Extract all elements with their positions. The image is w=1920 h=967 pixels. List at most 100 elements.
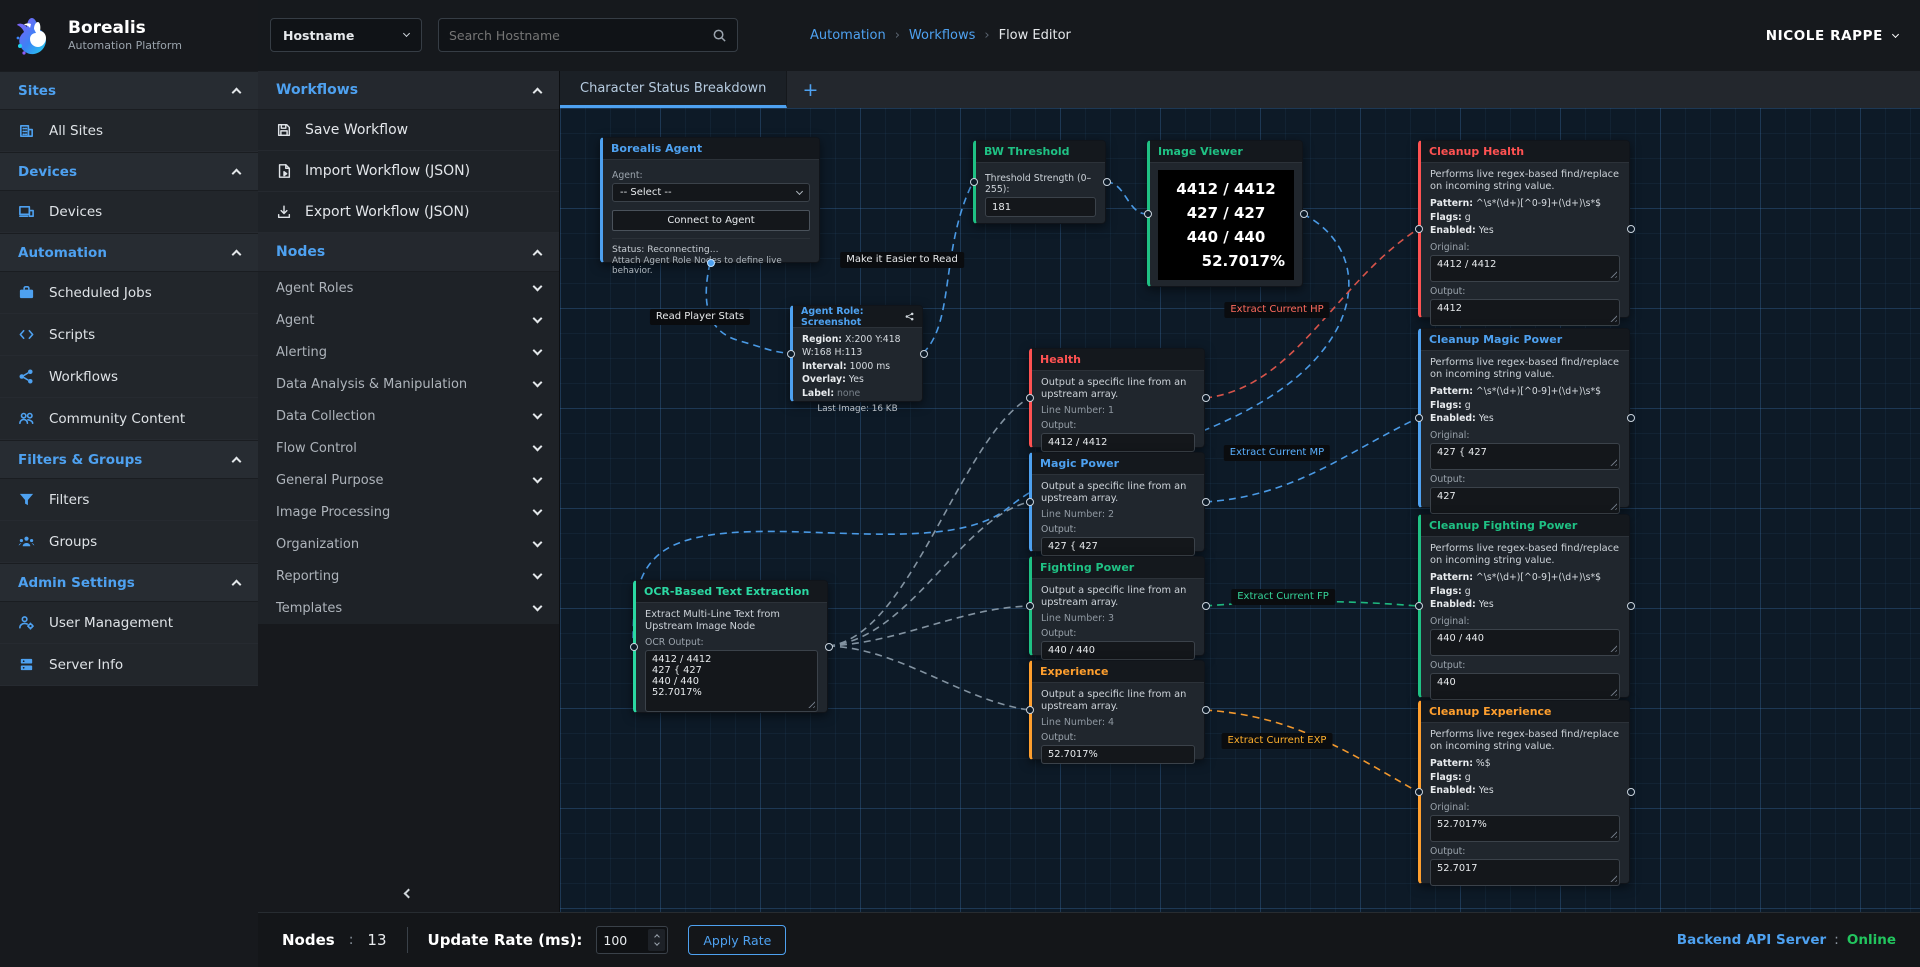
category-general-purpose[interactable]: General Purpose	[258, 464, 559, 496]
output-port[interactable]	[1103, 178, 1111, 186]
output-port[interactable]	[1627, 225, 1635, 233]
sidebar-section-filters-groups[interactable]: Filters & Groups	[0, 440, 258, 479]
flow-canvas[interactable]: Read Player Stats Make it Easier to Read…	[560, 108, 1920, 912]
output-port[interactable]	[825, 643, 833, 651]
sidebar-item-devices[interactable]: Devices	[0, 191, 258, 233]
agent-select[interactable]: -- Select --	[612, 183, 810, 202]
input-port[interactable]	[1026, 602, 1034, 610]
sidebar-section-devices[interactable]: Devices	[0, 152, 258, 191]
node-cleanup-health[interactable]: Cleanup Health Performs live regex-based…	[1418, 140, 1630, 318]
output-port[interactable]	[1300, 210, 1308, 218]
output-port[interactable]	[707, 259, 715, 267]
category-agent[interactable]: Agent	[258, 304, 559, 336]
input-port[interactable]	[1026, 706, 1034, 714]
input-port[interactable]	[1144, 210, 1152, 218]
cleanup-magic-output[interactable]: 427	[1430, 487, 1620, 514]
category-reporting[interactable]: Reporting	[258, 560, 559, 592]
node-cleanup-fighting-power[interactable]: Cleanup Fighting Power Performs live reg…	[1418, 514, 1630, 698]
category-alerting[interactable]: Alerting	[258, 336, 559, 368]
save-workflow-button[interactable]: Save Workflow	[258, 110, 559, 151]
category-organization[interactable]: Organization	[258, 528, 559, 560]
nodes-panel-header[interactable]: Nodes	[258, 233, 559, 272]
sidebar-item-all-sites[interactable]: All Sites	[0, 110, 258, 152]
node-cleanup-experience[interactable]: Cleanup Experience Performs live regex-b…	[1418, 700, 1630, 884]
cleanup-health-output[interactable]: 4412	[1430, 299, 1620, 326]
node-fighting-power[interactable]: Fighting Power Output a specific line fr…	[1029, 556, 1205, 656]
node-health[interactable]: Health Output a specific line from an up…	[1029, 348, 1205, 448]
input-port[interactable]	[787, 350, 795, 358]
node-cleanup-magic-power[interactable]: Cleanup Magic Power Performs live regex-…	[1418, 328, 1630, 508]
breadcrumb-workflows[interactable]: Workflows	[909, 28, 975, 43]
connect-to-agent-button[interactable]: Connect to Agent	[612, 210, 810, 231]
tab-character-status-breakdown[interactable]: Character Status Breakdown	[560, 71, 787, 108]
output-port[interactable]	[1627, 788, 1635, 796]
fighting-power-output-input[interactable]	[1041, 641, 1195, 660]
breadcrumb: Automation › Workflows › Flow Editor	[810, 0, 1071, 71]
cleanup-fighting-output[interactable]: 440	[1430, 673, 1620, 700]
sidebar-section-automation[interactable]: Automation	[0, 233, 258, 272]
cleanup-health-original[interactable]: 4412 / 4412	[1430, 255, 1620, 282]
sidebar-section-sites[interactable]: Sites	[0, 71, 258, 110]
breadcrumb-automation[interactable]: Automation	[810, 28, 886, 43]
sidebar-item-groups[interactable]: Groups	[0, 521, 258, 563]
chevron-down-icon	[533, 346, 543, 356]
output-port[interactable]	[1202, 706, 1210, 714]
output-port[interactable]	[1627, 414, 1635, 422]
sidebar-item-scheduled-jobs[interactable]: Scheduled Jobs	[0, 272, 258, 314]
category-data-collection[interactable]: Data Collection	[258, 400, 559, 432]
sidebar-item-filters[interactable]: Filters	[0, 479, 258, 521]
cleanup-experience-original[interactable]: 52.7017%	[1430, 815, 1620, 842]
output-port[interactable]	[1202, 498, 1210, 506]
output-port[interactable]	[1202, 394, 1210, 402]
category-templates[interactable]: Templates	[258, 592, 559, 624]
category-data-analysis[interactable]: Data Analysis & Manipulation	[258, 368, 559, 400]
input-port[interactable]	[630, 643, 638, 651]
update-rate-input[interactable]	[597, 927, 646, 953]
input-port[interactable]	[1415, 225, 1423, 233]
node-ocr-text-extraction[interactable]: OCR-Based Text Extraction Extract Multi-…	[633, 580, 828, 713]
user-menu[interactable]: NICOLE RAPPE	[1766, 0, 1898, 71]
category-flow-control[interactable]: Flow Control	[258, 432, 559, 464]
magic-power-output-input[interactable]	[1041, 537, 1195, 556]
node-agent-role-screenshot[interactable]: Agent Role: Screenshot Region: X:200 Y:4…	[790, 305, 923, 402]
share-icon[interactable]	[905, 311, 914, 322]
cleanup-experience-output[interactable]: 52.7017	[1430, 859, 1620, 886]
input-port[interactable]	[970, 178, 978, 186]
health-output-input[interactable]	[1041, 433, 1195, 452]
number-stepper[interactable]	[648, 929, 665, 951]
input-port[interactable]	[1415, 602, 1423, 610]
add-tab-button[interactable]: +	[787, 71, 833, 108]
node-magic-power[interactable]: Magic Power Output a specific line from …	[1029, 452, 1205, 552]
sidebar-item-workflows[interactable]: Workflows	[0, 356, 258, 398]
input-port[interactable]	[1026, 394, 1034, 402]
cleanup-fighting-original[interactable]: 440 / 440	[1430, 629, 1620, 656]
node-borealis-agent[interactable]: Borealis Agent Agent: -- Select -- Conne…	[600, 137, 820, 263]
search-input[interactable]	[449, 28, 712, 43]
sidebar-section-admin-settings[interactable]: Admin Settings	[0, 563, 258, 602]
sidebar-item-user-management[interactable]: User Management	[0, 602, 258, 644]
apply-rate-button[interactable]: Apply Rate	[688, 925, 786, 955]
workflows-panel-header[interactable]: Workflows	[258, 71, 559, 110]
ocr-output-textarea[interactable]: 4412 / 4412 427 { 427 440 / 440 52.7017%	[645, 650, 818, 712]
input-port[interactable]	[1415, 788, 1423, 796]
output-port[interactable]	[920, 350, 928, 358]
hostname-dropdown[interactable]: Hostname	[270, 18, 422, 52]
node-experience[interactable]: Experience Output a specific line from a…	[1029, 660, 1205, 760]
category-image-processing[interactable]: Image Processing	[258, 496, 559, 528]
sidebar-item-server-info[interactable]: Server Info	[0, 644, 258, 686]
node-bw-threshold[interactable]: BW Threshold Threshold Strength (0–255):	[973, 140, 1106, 224]
sidebar-item-scripts[interactable]: Scripts	[0, 314, 258, 356]
experience-output-input[interactable]	[1041, 745, 1195, 764]
sidebar-item-community-content[interactable]: Community Content	[0, 398, 258, 440]
node-image-viewer[interactable]: Image Viewer 4412 / 4412 427 / 427 440 /…	[1147, 140, 1303, 287]
category-agent-roles[interactable]: Agent Roles	[258, 272, 559, 304]
cleanup-magic-original[interactable]: 427 { 427	[1430, 443, 1620, 470]
input-port[interactable]	[1026, 498, 1034, 506]
output-port[interactable]	[1627, 602, 1635, 610]
export-workflow-button[interactable]: Export Workflow (JSON)	[258, 192, 559, 233]
threshold-input[interactable]	[986, 198, 1096, 216]
input-port[interactable]	[1415, 414, 1423, 422]
output-port[interactable]	[1202, 602, 1210, 610]
collapse-panel-button[interactable]	[394, 882, 424, 904]
import-workflow-button[interactable]: Import Workflow (JSON)	[258, 151, 559, 192]
